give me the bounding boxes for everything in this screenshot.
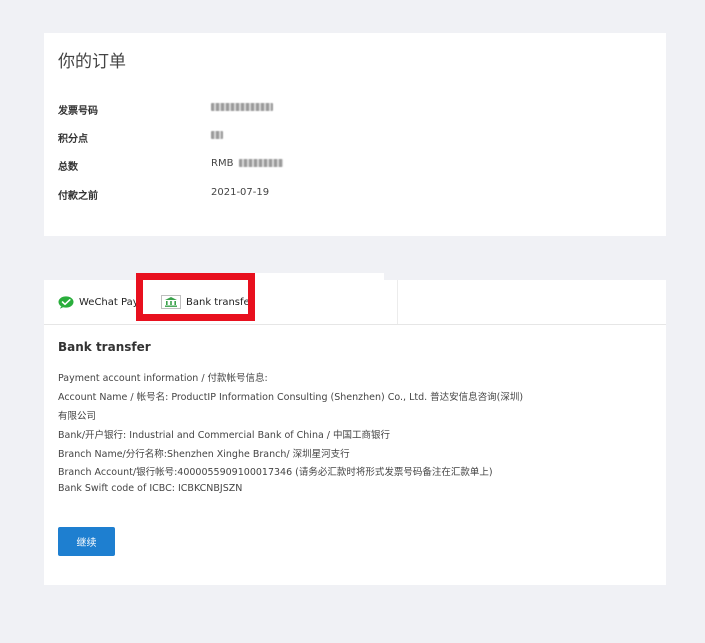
order-row-invoice: 发票号码 <box>58 102 618 118</box>
tab-bank-transfer[interactable]: Bank transfer <box>161 280 254 324</box>
redacted-points <box>211 131 223 139</box>
info-line: Branch Name/分行名称:Shenzhen Xinghe Branch/… <box>58 449 350 460</box>
total-value: RMB <box>211 158 283 169</box>
order-row-total: 总数 RMB <box>58 158 618 174</box>
invoice-number-label: 发票号码 <box>58 106 98 117</box>
continue-button[interactable]: 继续 <box>58 527 115 556</box>
order-panel: 你的订单 发票号码 积分点 总数 RMB 付款之前 2021-07-19 <box>44 33 666 236</box>
points-value <box>211 130 223 141</box>
total-label: 总数 <box>58 162 78 173</box>
tab-divider <box>397 280 398 324</box>
payment-tab-bar: WeChat Pay Bank transfer <box>44 273 666 325</box>
order-title: 你的订单 <box>58 52 126 72</box>
invoice-number-value <box>211 102 273 113</box>
tab-bank-transfer-label: Bank transfer <box>186 296 254 308</box>
info-line: Payment account information / 付款帐号信息: <box>58 373 268 384</box>
info-line: 有限公司 <box>58 411 97 422</box>
order-row-due-date: 付款之前 2021-07-19 <box>58 187 618 203</box>
info-line: Branch Account/银行帐号:4000055909100017346 … <box>58 467 493 478</box>
info-line: Bank Swift code of ICBC: ICBKCNBJSZN <box>58 483 243 494</box>
payment-panel: WeChat Pay Bank transfer Bank transfer P… <box>44 273 666 585</box>
info-line: Bank/开户银行: Industrial and Commercial Ban… <box>58 430 391 441</box>
section-title: Bank transfer <box>58 340 151 354</box>
bank-icon <box>161 295 181 309</box>
order-row-points: 积分点 <box>58 130 618 146</box>
redacted-invoice-number <box>211 103 273 111</box>
due-date-label: 付款之前 <box>58 191 98 202</box>
due-date-value: 2021-07-19 <box>211 187 270 198</box>
points-label: 积分点 <box>58 134 88 145</box>
wechat-icon <box>58 295 74 309</box>
info-line: Account Name / 帐号名: ProductIP Informatio… <box>58 392 524 403</box>
redacted-total-amount <box>238 159 283 167</box>
tab-wechat-pay[interactable]: WeChat Pay <box>58 280 139 324</box>
tab-wechat-pay-label: WeChat Pay <box>79 296 139 308</box>
